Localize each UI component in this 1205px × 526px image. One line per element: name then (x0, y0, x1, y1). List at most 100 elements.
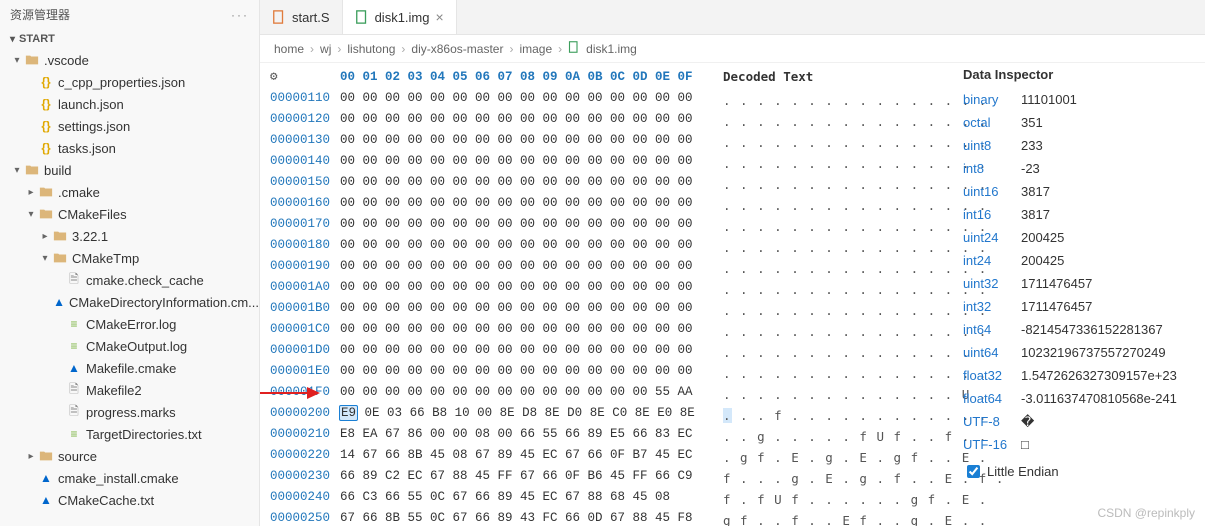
hex-row[interactable]: 0000018000 00 00 00 00 00 00 00 00 00 00… (270, 235, 705, 256)
tree-item[interactable]: ▲CMakeDirectoryInformation.cm... (0, 291, 259, 313)
breadcrumb-segment[interactable]: lishutong (347, 42, 395, 56)
inspector-key[interactable]: int16 (963, 205, 1021, 224)
inspector-key[interactable]: UTF-16 (963, 435, 1021, 454)
breadcrumb-segment[interactable]: wj (320, 42, 331, 56)
tree-item[interactable]: ▸source (0, 445, 259, 467)
hex-row[interactable]: 0000019000 00 00 00 00 00 00 00 00 00 00… (270, 256, 705, 277)
tree-item[interactable]: ▾CMakeFiles (0, 203, 259, 225)
hex-bytes[interactable]: 00 00 00 00 00 00 00 00 00 00 00 00 00 0… (340, 298, 693, 319)
inspector-key[interactable]: int32 (963, 297, 1021, 316)
inspector-key[interactable]: int8 (963, 159, 1021, 178)
tab[interactable]: disk1.img× (343, 0, 457, 34)
tree-item[interactable]: ▲Makefile.cmake (0, 357, 259, 379)
hex-row[interactable]: 0000012000 00 00 00 00 00 00 00 00 00 00… (270, 109, 705, 130)
breadcrumb-segment[interactable]: disk1.img (586, 42, 637, 56)
tree-item[interactable]: 🗎cmake.check_cache (0, 269, 259, 291)
tree-item[interactable]: ▾CMakeTmp (0, 247, 259, 269)
hex-bytes[interactable]: 00 00 00 00 00 00 00 00 00 00 00 00 00 0… (340, 277, 693, 298)
tree-item[interactable]: ≡CMakeOutput.log (0, 335, 259, 357)
hex-bytes[interactable]: 00 00 00 00 00 00 00 00 00 00 00 00 00 0… (340, 151, 693, 172)
hex-bytes[interactable]: 66 C3 66 55 0C 67 66 89 45 EC 67 88 68 4… (340, 487, 670, 508)
hex-pane[interactable]: ⚙00 01 02 03 04 05 06 07 08 09 0A 0B 0C … (260, 63, 715, 526)
tree-item[interactable]: 🗎Makefile2 (0, 379, 259, 401)
hex-bytes[interactable]: 00 00 00 00 00 00 00 00 00 00 00 00 00 0… (340, 109, 693, 130)
inspector-key[interactable]: float64 (963, 389, 1021, 408)
hex-bytes[interactable]: 00 00 00 00 00 00 00 00 00 00 00 00 00 0… (340, 88, 693, 109)
hex-bytes[interactable]: 00 00 00 00 00 00 00 00 00 00 00 00 00 0… (340, 340, 693, 361)
selected-byte[interactable]: E9 (339, 405, 358, 421)
hex-row[interactable]: 0000017000 00 00 00 00 00 00 00 00 00 00… (270, 214, 705, 235)
hex-row[interactable]: 000001A000 00 00 00 00 00 00 00 00 00 00… (270, 277, 705, 298)
tree-item[interactable]: ▾build (0, 159, 259, 181)
chevron-down-icon[interactable]: ▾ (10, 165, 24, 176)
tree-item[interactable]: ▲CMakeCache.txt (0, 489, 259, 511)
hex-bytes[interactable]: E8 EA 67 86 00 00 08 00 66 55 66 89 E5 6… (340, 424, 693, 445)
hex-row[interactable]: 000001C000 00 00 00 00 00 00 00 00 00 00… (270, 319, 705, 340)
breadcrumb-segment[interactable]: diy-x86os-master (411, 42, 503, 56)
inspector-key[interactable]: float32 (963, 366, 1021, 385)
hex-bytes[interactable]: 00 00 00 00 00 00 00 00 00 00 00 00 00 0… (340, 256, 693, 277)
inspector-key[interactable]: uint16 (963, 182, 1021, 201)
inspector-key[interactable]: uint24 (963, 228, 1021, 247)
tree-item[interactable]: ▲cmake_install.cmake (0, 467, 259, 489)
gear-icon[interactable]: ⚙ (270, 67, 340, 88)
tree-item[interactable]: ≡CMakeError.log (0, 313, 259, 335)
tab[interactable]: start.S (260, 0, 343, 34)
chevron-right-icon[interactable]: ▸ (24, 187, 38, 198)
chevron-down-icon[interactable]: ▾ (10, 55, 24, 66)
hex-bytes[interactable]: 67 66 8B 55 0C 67 66 89 43 FC 66 0D 67 8… (340, 508, 693, 526)
breadcrumb-segment[interactable]: home (274, 42, 304, 56)
hex-row[interactable]: 00000200E9 0E 03 66 B8 10 00 8E D8 8E D0… (270, 403, 705, 424)
tree-item[interactable]: ▾.vscode (0, 49, 259, 71)
hex-row[interactable]: 000001B000 00 00 00 00 00 00 00 00 00 00… (270, 298, 705, 319)
inspector-key[interactable]: uint64 (963, 343, 1021, 362)
hex-row[interactable]: 0000016000 00 00 00 00 00 00 00 00 00 00… (270, 193, 705, 214)
tree-item[interactable]: 🗎progress.marks (0, 401, 259, 423)
close-icon[interactable]: × (436, 9, 444, 25)
hex-row[interactable]: 0000024066 C3 66 55 0C 67 66 89 45 EC 67… (270, 487, 705, 508)
hex-bytes[interactable]: 00 00 00 00 00 00 00 00 00 00 00 00 00 0… (340, 319, 693, 340)
chevron-down-icon[interactable]: ▾ (38, 253, 52, 264)
hex-row[interactable]: 0000014000 00 00 00 00 00 00 00 00 00 00… (270, 151, 705, 172)
hex-bytes[interactable]: 00 00 00 00 00 00 00 00 00 00 00 00 00 0… (340, 193, 693, 214)
tree-item[interactable]: ≡TargetDirectories.txt (0, 423, 259, 445)
hex-bytes[interactable]: E9 0E 03 66 B8 10 00 8E D8 8E D0 8E C0 8… (340, 403, 695, 424)
tree-item[interactable]: {}tasks.json (0, 137, 259, 159)
endian-toggle[interactable]: Little Endian (963, 462, 1197, 481)
tree-item[interactable]: ▸3.22.1 (0, 225, 259, 247)
tree-item[interactable]: {}launch.json (0, 93, 259, 115)
hex-row[interactable]: 000001E000 00 00 00 00 00 00 00 00 00 00… (270, 361, 705, 382)
inspector-key[interactable]: UTF-8 (963, 412, 1021, 431)
hex-bytes[interactable]: 00 00 00 00 00 00 00 00 00 00 00 00 00 0… (340, 361, 693, 382)
hex-row[interactable]: 0000023066 89 C2 EC 67 88 45 FF 67 66 0F… (270, 466, 705, 487)
chevron-right-icon[interactable]: ▸ (24, 451, 38, 462)
hex-row[interactable]: 000001D000 00 00 00 00 00 00 00 00 00 00… (270, 340, 705, 361)
hex-bytes[interactable]: 00 00 00 00 00 00 00 00 00 00 00 00 00 0… (340, 130, 693, 151)
tree-item[interactable]: {}settings.json (0, 115, 259, 137)
endian-checkbox[interactable] (967, 465, 980, 478)
tree-item[interactable]: {}c_cpp_properties.json (0, 71, 259, 93)
inspector-key[interactable]: octal (963, 113, 1021, 132)
hex-row[interactable]: 0000011000 00 00 00 00 00 00 00 00 00 00… (270, 88, 705, 109)
hex-bytes[interactable]: 00 00 00 00 00 00 00 00 00 00 00 00 00 0… (340, 235, 693, 256)
section-title[interactable]: ▾ START (0, 29, 259, 49)
sidebar-more-icon[interactable]: ··· (231, 8, 249, 22)
chevron-down-icon[interactable]: ▾ (24, 209, 38, 220)
inspector-key[interactable]: int64 (963, 320, 1021, 339)
inspector-key[interactable]: int24 (963, 251, 1021, 270)
hex-row[interactable]: 0000015000 00 00 00 00 00 00 00 00 00 00… (270, 172, 705, 193)
inspector-key[interactable]: binary (963, 90, 1021, 109)
tree-item[interactable]: ▸.cmake (0, 181, 259, 203)
chevron-right-icon[interactable]: ▸ (38, 231, 52, 242)
hex-bytes[interactable]: 66 89 C2 EC 67 88 45 FF 67 66 0F B6 45 F… (340, 466, 693, 487)
breadcrumb-segment[interactable]: image (519, 42, 552, 56)
hex-row[interactable]: 0000013000 00 00 00 00 00 00 00 00 00 00… (270, 130, 705, 151)
hex-bytes[interactable]: 00 00 00 00 00 00 00 00 00 00 00 00 00 0… (340, 172, 693, 193)
hex-row[interactable]: 0000022014 67 66 8B 45 08 67 89 45 EC 67… (270, 445, 705, 466)
inspector-key[interactable]: uint8 (963, 136, 1021, 155)
hex-bytes[interactable]: 14 67 66 8B 45 08 67 89 45 EC 67 66 0F B… (340, 445, 693, 466)
inspector-key[interactable]: uint32 (963, 274, 1021, 293)
hex-row[interactable]: 00000210E8 EA 67 86 00 00 08 00 66 55 66… (270, 424, 705, 445)
hex-bytes[interactable]: 00 00 00 00 00 00 00 00 00 00 00 00 00 0… (340, 214, 693, 235)
hex-row[interactable]: 000001F000 00 00 00 00 00 00 00 00 00 00… (270, 382, 705, 403)
